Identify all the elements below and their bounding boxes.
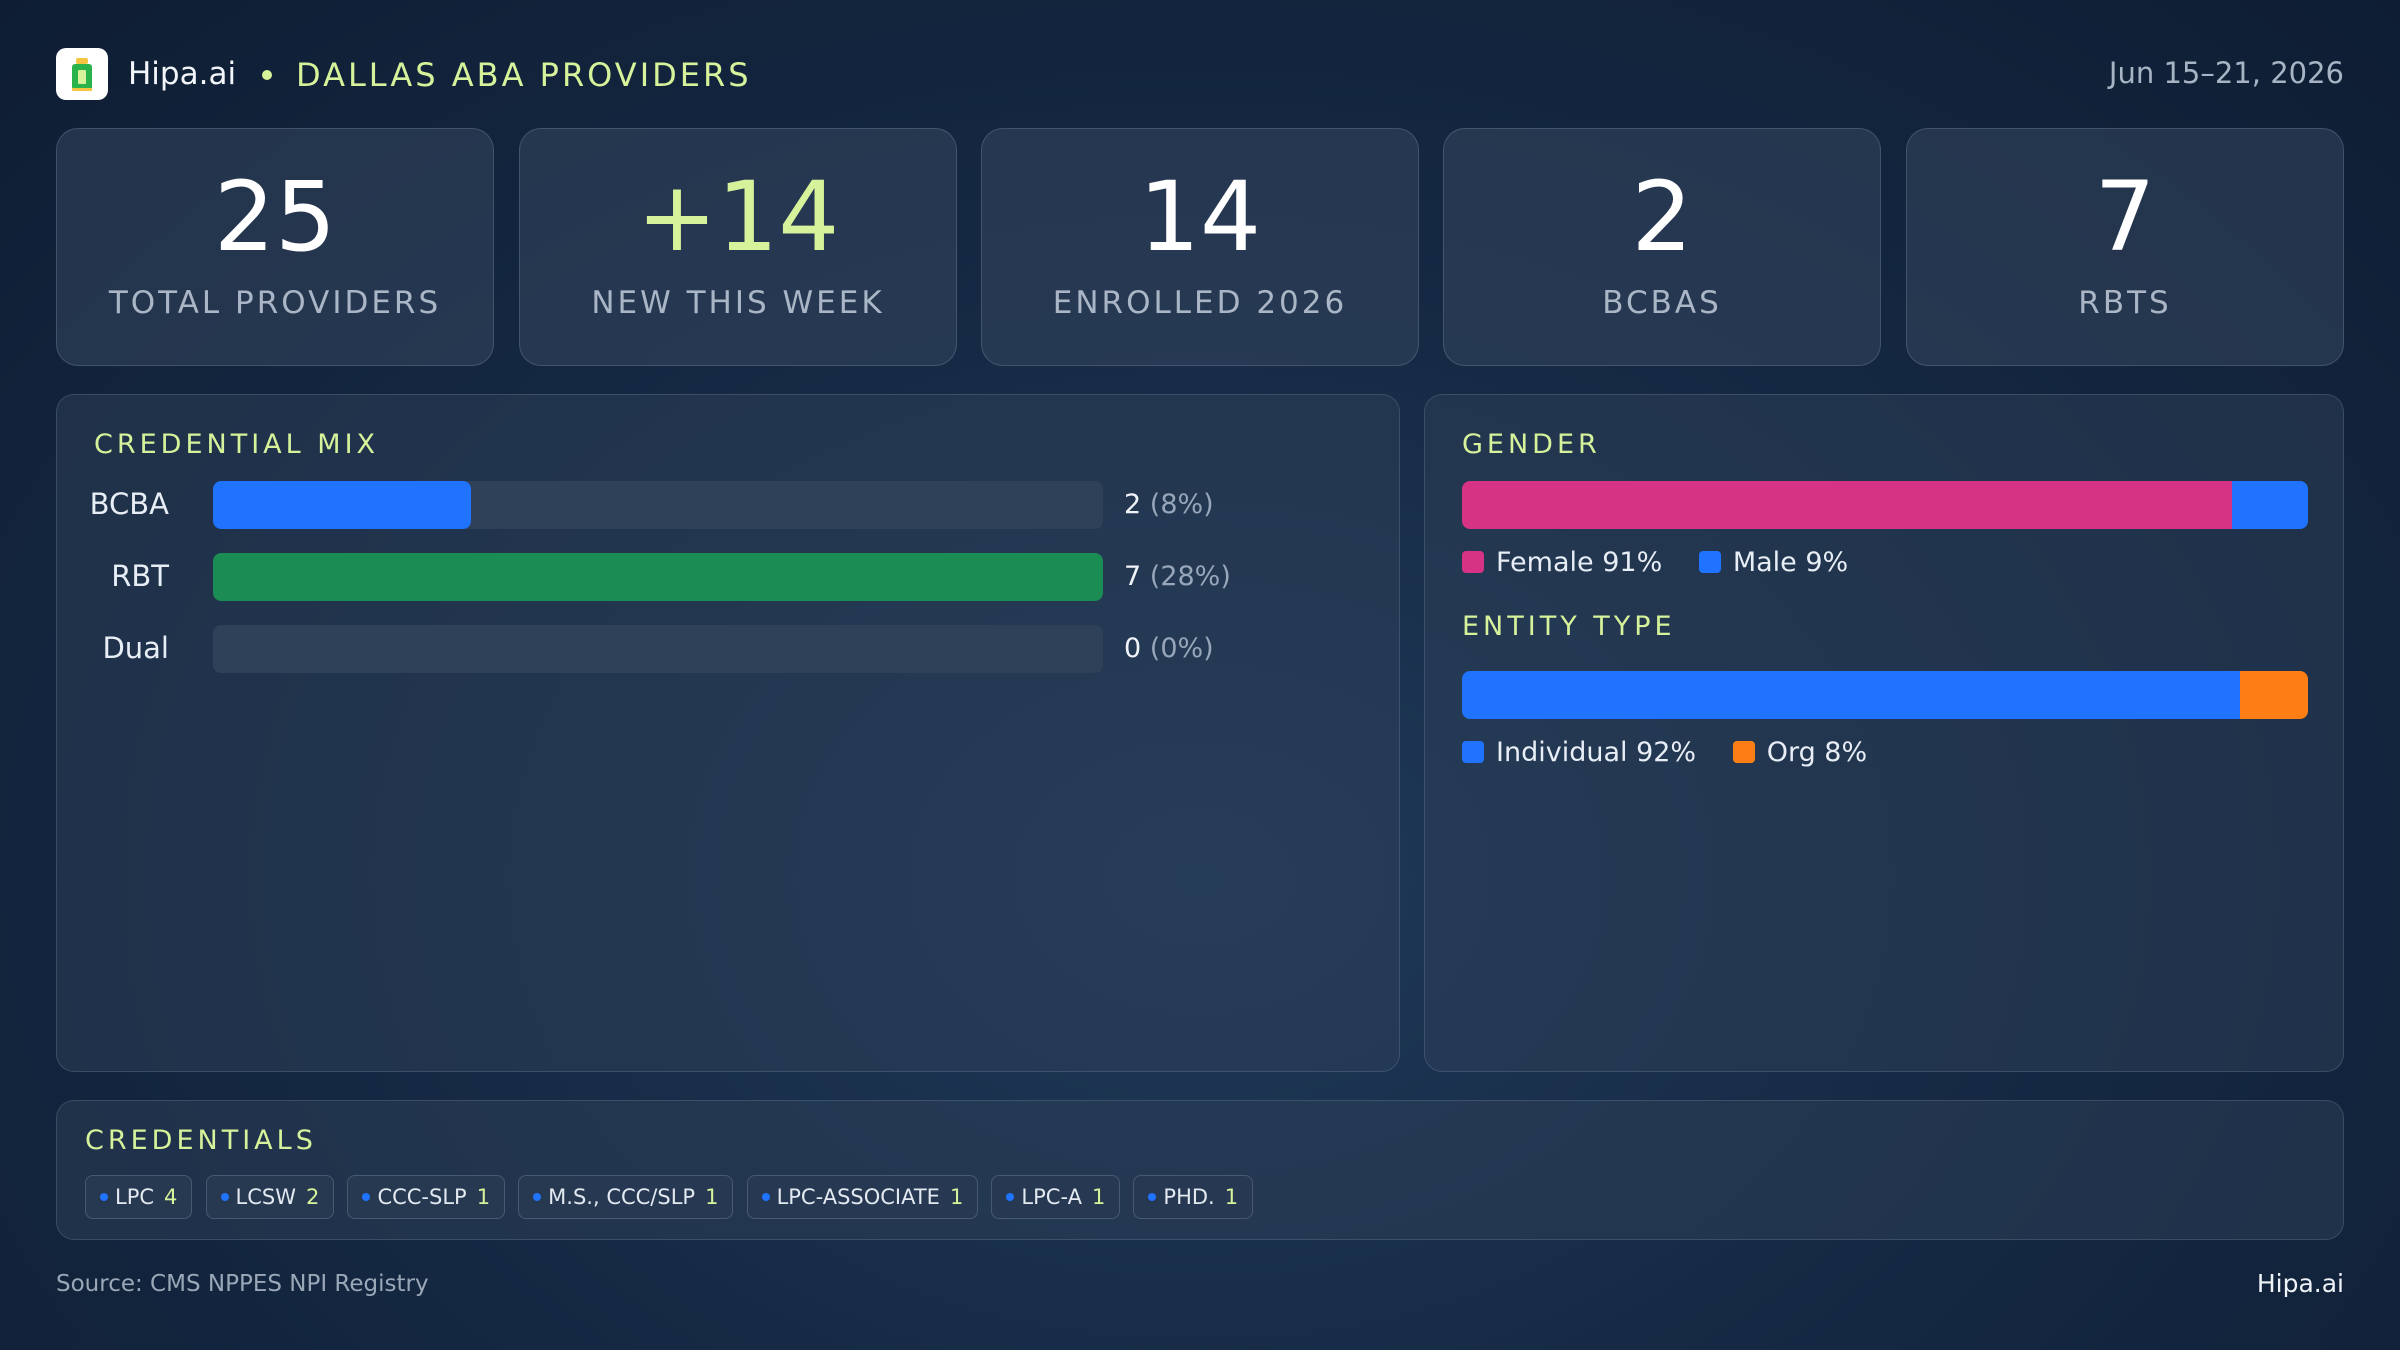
credential-count: 2 (1124, 489, 1142, 520)
gender-stacked-bar (1462, 481, 2308, 529)
chip-count: 2 (305, 1185, 320, 1209)
kpi-label: ENROLLED 2026 (1052, 285, 1348, 321)
credential-count: 7 (1124, 561, 1142, 592)
credential-bar-track (213, 553, 1103, 601)
credential-chip-lpc-associate[interactable]: LPC-ASSOCIATE 1 (746, 1175, 979, 1219)
kpi-label: TOTAL PROVIDERS (108, 285, 442, 321)
kpi-label: RBTS (2078, 285, 2172, 321)
chip-count: 1 (1091, 1185, 1106, 1209)
footer-source: Source: CMS NPPES NPI Registry (56, 1271, 429, 1297)
chip-label: LPC (115, 1185, 155, 1209)
credential-mix-panel: CREDENTIAL MIX BCBA 2 (8%) RBT 7 (28%) D… (56, 394, 1400, 1072)
chip-count: 1 (705, 1185, 719, 1209)
credential-label: Dual (102, 631, 169, 665)
kpi-value: 7 (2094, 161, 2156, 273)
entity-type-legend: Individual 92% Org 8% (1462, 737, 1895, 771)
legend-item-individual: Individual 92% (1462, 737, 1696, 768)
credential-bar-track (213, 625, 1103, 673)
kpi-bcbas: 2 BCBAS (1443, 128, 1881, 366)
bullet-dot-icon (1006, 1193, 1015, 1201)
credential-chip-lpc-a[interactable]: LPC-A 1 (991, 1175, 1121, 1219)
legend-label: Individual 92% (1496, 737, 1697, 768)
legend-label: Male 9% (1732, 547, 1849, 578)
credential-value: 0 (0%) (1124, 633, 1214, 664)
legend-swatch (1732, 741, 1755, 763)
bullet-dot-icon (362, 1193, 371, 1201)
panel-title: CREDENTIALS (85, 1125, 317, 1156)
bullet-dot-icon (1148, 1193, 1157, 1201)
credential-chip-lpc[interactable]: LPC 4 (85, 1175, 193, 1219)
credential-chip-list: LPC 4 LCSW 2 CCC-SLP 1 M.S., CCC/SLP 1 LPC-A… (85, 1175, 1261, 1219)
legend-swatch (1698, 551, 1721, 573)
credential-row-rbt: RBT 7 (28%) (57, 553, 1357, 601)
credentials-panel: CREDENTIALS LPC 4 LCSW 2 CCC-SLP 1 M.S., CC… (56, 1100, 2344, 1240)
kpi-value: 25 (213, 161, 337, 273)
credential-label: RBT (111, 559, 169, 593)
chip-count: 1 (1224, 1185, 1239, 1209)
page-title: DALLAS ABA PROVIDERS (296, 56, 752, 94)
entity-type-stacked-bar (1462, 671, 2308, 719)
panel-title-entity-type: ENTITY TYPE (1462, 611, 1676, 642)
credential-chip-ms-ccc-slp[interactable]: M.S., CCC/SLP 1 (518, 1175, 734, 1219)
kpi-new-this-week: +14 NEW THIS WEEK (519, 128, 957, 366)
kpi-value: 14 (1138, 161, 1262, 273)
credential-row-dual: Dual 0 (0%) (57, 625, 1357, 673)
chip-count: 1 (949, 1185, 964, 1209)
credential-percent: (0%) (1149, 633, 1214, 664)
hipa-logo-icon (56, 48, 108, 100)
kpi-label: BCBAS (1602, 285, 1722, 321)
credential-label: BCBA (89, 487, 169, 521)
entity-type-segment-1 (2240, 671, 2308, 719)
credential-row-bcba: BCBA 2 (8%) (57, 481, 1357, 529)
panel-title: CREDENTIAL MIX (94, 429, 380, 460)
kpi-value: +14 (636, 161, 840, 273)
panel-title-gender: GENDER (1462, 429, 1601, 460)
date-range: Jun 15–21, 2026 (2108, 56, 2344, 90)
credential-count: 0 (1124, 633, 1142, 664)
credential-percent: (28%) (1149, 561, 1231, 592)
chip-label: CCC-SLP (377, 1185, 467, 1209)
credential-chip-phd[interactable]: PHD. 1 (1133, 1175, 1254, 1219)
bullet-dot-icon (761, 1193, 770, 1201)
header: Hipa.ai DALLAS ABA PROVIDERS Jun 15–21, … (56, 46, 2344, 102)
footer-brand: Hipa.ai (2256, 1269, 2344, 1298)
bullet-dot-icon (533, 1193, 542, 1201)
credential-value: 2 (8%) (1124, 489, 1214, 520)
kpi-enrolled-2026: 14 ENROLLED 2026 (981, 128, 1419, 366)
chip-label: LPC-ASSOCIATE (776, 1185, 940, 1209)
entity-type-segment-0 (1462, 671, 2241, 719)
legend-swatch (1462, 551, 1484, 573)
chip-count: 1 (476, 1185, 491, 1209)
legend-item-male: Male 9% (1698, 547, 1849, 578)
chip-label: LCSW (235, 1185, 296, 1209)
bullet-dot-icon (220, 1193, 229, 1201)
chip-label: PHD. (1163, 1185, 1215, 1209)
brand-name: Hipa.ai (128, 56, 237, 92)
credential-bar-fill (213, 481, 472, 529)
credential-bar-fill (213, 553, 1103, 601)
kpi-rbts: 7 RBTS (1906, 128, 2344, 366)
chip-label: M.S., CCC/SLP (548, 1185, 696, 1209)
kpi-label: NEW THIS WEEK (591, 285, 885, 321)
legend-swatch (1462, 741, 1484, 763)
gender-segment-1 (2231, 481, 2308, 529)
header-separator-dot (262, 70, 272, 80)
credential-chip-lcsw[interactable]: LCSW 2 (205, 1175, 335, 1219)
gender-segment-0 (1462, 481, 2232, 529)
credential-chip-ccc-slp[interactable]: CCC-SLP 1 (347, 1175, 506, 1219)
demographics-panel: GENDER Female 91% Male 9% ENTITY TYPE In… (1424, 394, 2344, 1072)
credential-bar-track (213, 481, 1103, 529)
kpi-value: 2 (1631, 161, 1693, 273)
kpi-total-providers: 25 TOTAL PROVIDERS (56, 128, 494, 366)
chip-label: LPC-A (1021, 1185, 1082, 1209)
legend-label: Female 91% (1496, 547, 1663, 578)
credential-value: 7 (28%) (1124, 561, 1231, 592)
chip-count: 4 (164, 1185, 178, 1209)
gender-legend: Female 91% Male 9% (1462, 547, 1876, 581)
legend-label: Org 8% (1766, 737, 1868, 768)
bullet-dot-icon (100, 1193, 108, 1201)
legend-item-female: Female 91% (1462, 547, 1662, 578)
legend-item-org: Org 8% (1732, 737, 1868, 768)
credential-percent: (8%) (1149, 489, 1214, 520)
